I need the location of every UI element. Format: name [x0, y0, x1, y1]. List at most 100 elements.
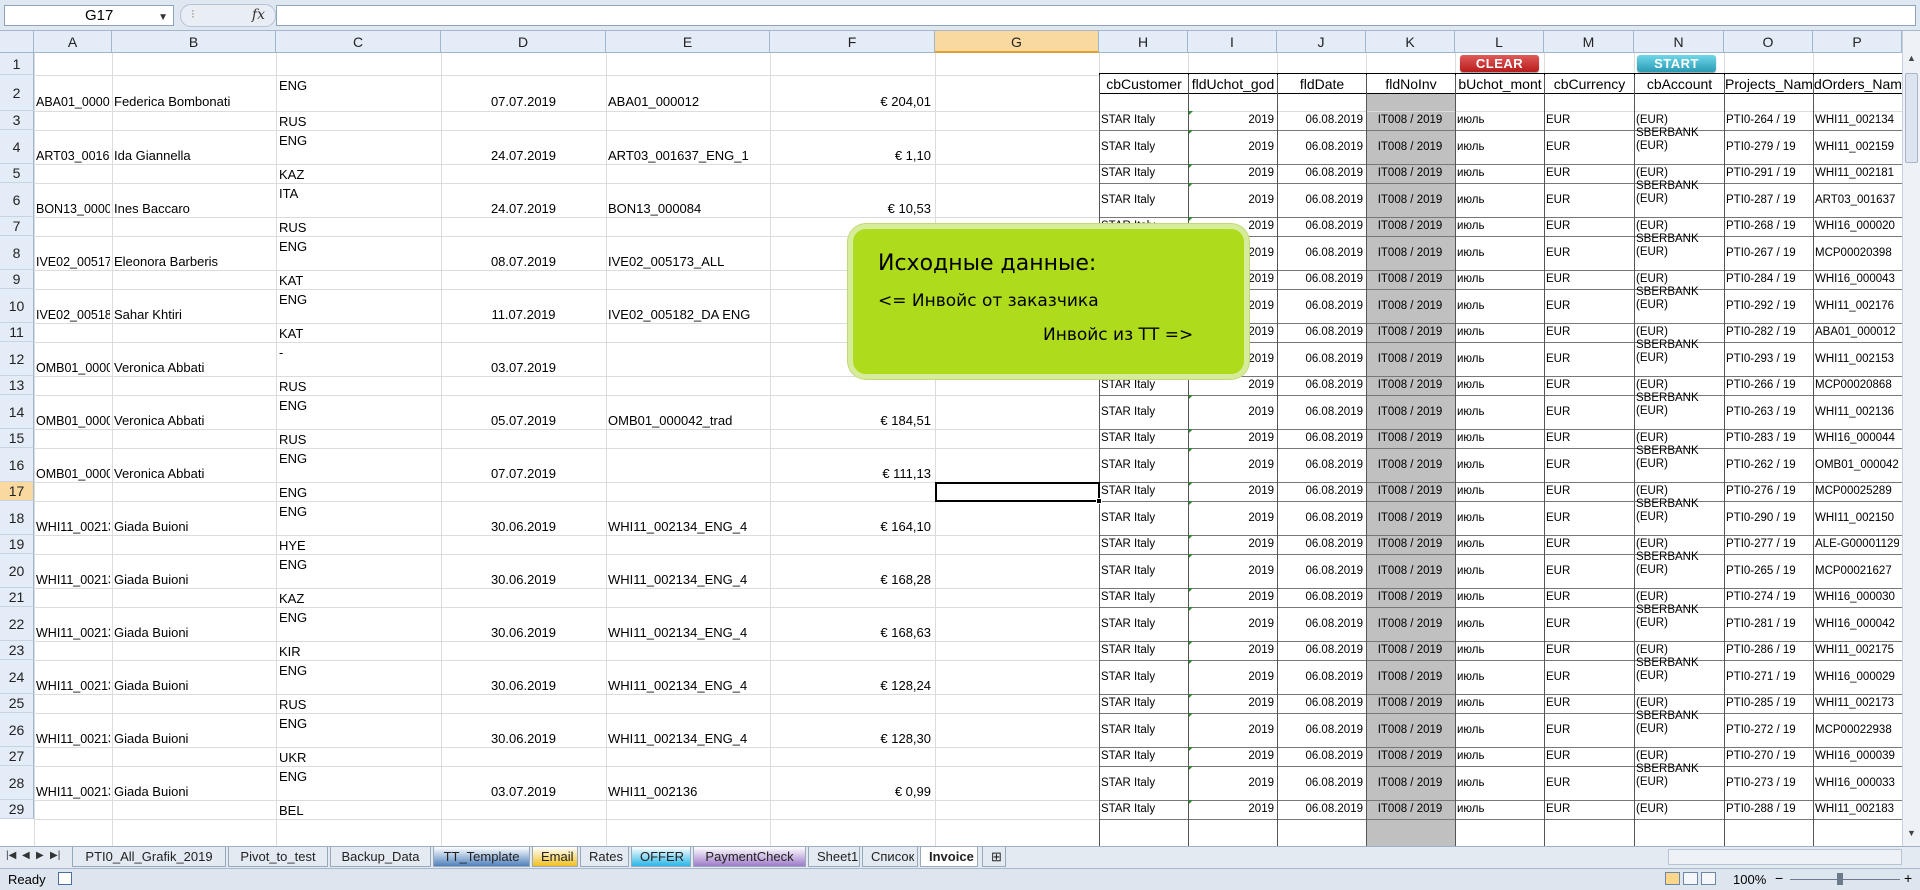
cell-date[interactable]: 24.07.2019 — [441, 148, 606, 163]
name-box[interactable]: G17 ▼ — [4, 5, 174, 26]
table-cell-month[interactable]: июль — [1457, 246, 1541, 261]
cell-name[interactable]: Giada Buioni — [114, 572, 274, 587]
cell-order[interactable]: WHI11_002134_ENG_4 — [608, 572, 768, 587]
table-cell-proj[interactable]: PTI0-288 / 19 — [1726, 802, 1810, 817]
cell-code[interactable]: ABA01_000012_303169 — [36, 76, 110, 129]
cell-code[interactable]: OMB01_000042_301338 — [36, 449, 110, 500]
first-sheet-icon[interactable]: |◀ — [6, 850, 16, 861]
table-header[interactable]: cbCurrency — [1544, 73, 1635, 94]
table-cell-cust[interactable]: STAR Italy — [1101, 484, 1185, 499]
table-cell-inv[interactable]: IT008 / 2019 — [1368, 617, 1452, 632]
cell-amount[interactable]: € 128,24 — [770, 678, 931, 693]
table-cell-cust[interactable]: STAR Italy — [1101, 749, 1185, 764]
table-cell-date[interactable]: 06.08.2019 — [1279, 272, 1363, 287]
table-cell-ord[interactable]: WHI11_002153 — [1815, 352, 1899, 367]
table-cell-month[interactable]: июль — [1457, 590, 1541, 605]
table-cell-date[interactable]: 06.08.2019 — [1279, 193, 1363, 208]
cell-name[interactable]: Giada Buioni — [114, 784, 274, 799]
table-cell-ord[interactable]: ALE-G00001129 — [1815, 537, 1899, 552]
table-cell-cur[interactable]: EUR — [1546, 246, 1631, 261]
row-header-17[interactable]: 17 — [0, 482, 34, 501]
table-cell-proj[interactable]: PTI0-263 / 19 — [1726, 405, 1810, 420]
cell-lang-source[interactable]: ENG — [279, 610, 439, 625]
table-cell-month[interactable]: июль — [1457, 643, 1541, 658]
table-cell-acc[interactable]: (EUR) — [1636, 537, 1721, 552]
table-cell-cur[interactable]: EUR — [1546, 352, 1631, 367]
cell-date[interactable]: 30.06.2019 — [441, 731, 606, 746]
cell-date[interactable]: 03.07.2019 — [441, 360, 606, 375]
table-cell-cust[interactable]: STAR Italy — [1101, 670, 1185, 685]
table-cell-month[interactable]: июль — [1457, 564, 1541, 579]
cell-amount[interactable]: € 184,51 — [770, 413, 931, 428]
cell-code[interactable]: WHI11_002134_300841 — [36, 555, 110, 606]
table-cell-ord[interactable]: MCP00020398 — [1815, 246, 1899, 261]
cell-order[interactable]: IVE02_005173_ALL — [608, 254, 768, 269]
cell-lang-source[interactable]: ITA — [279, 186, 439, 201]
table-cell-inv[interactable]: IT008 / 2019 — [1368, 511, 1452, 526]
table-cell-ord[interactable]: WHI16_000030 — [1815, 590, 1899, 605]
table-cell-ord[interactable]: MCP00025289 — [1815, 484, 1899, 499]
row-header-12[interactable]: 12 — [0, 342, 34, 376]
column-header-c[interactable]: C — [276, 31, 441, 53]
sheet-tab-backup-data[interactable]: Backup_Data — [330, 847, 431, 867]
normal-view-icon[interactable] — [1665, 872, 1680, 885]
table-cell-acc[interactable]: SBERBANK (EUR) — [1636, 763, 1721, 789]
cell-amount[interactable]: € 111,13 — [770, 466, 931, 481]
table-cell-year[interactable]: 2019 — [1190, 378, 1274, 393]
prev-sheet-icon[interactable]: ◀ — [22, 850, 30, 861]
table-cell-cust[interactable]: STAR Italy — [1101, 696, 1185, 711]
cell-date[interactable]: 03.07.2019 — [441, 784, 606, 799]
table-cell-inv[interactable]: IT008 / 2019 — [1368, 643, 1452, 658]
cell-lang-target[interactable]: KAZ — [279, 167, 439, 182]
table-cell-year[interactable]: 2019 — [1190, 511, 1274, 526]
table-cell-date[interactable]: 06.08.2019 — [1279, 166, 1363, 181]
cell-code[interactable]: IVE02_005182_302967 — [36, 290, 110, 341]
table-cell-cust[interactable]: STAR Italy — [1101, 537, 1185, 552]
table-cell-inv[interactable]: IT008 / 2019 — [1368, 696, 1452, 711]
table-cell-cust[interactable]: STAR Italy — [1101, 140, 1185, 155]
cell-lang-target[interactable]: RUS — [279, 697, 439, 712]
row-header-15[interactable]: 15 — [0, 429, 34, 448]
column-header-i[interactable]: I — [1188, 31, 1277, 53]
table-cell-acc[interactable]: (EUR) — [1636, 643, 1721, 658]
table-cell-cust[interactable]: STAR Italy — [1101, 113, 1185, 128]
resize-dots-icon[interactable]: ⁝ — [191, 7, 195, 21]
cell-order[interactable]: WHI11_002136 — [608, 784, 768, 799]
table-cell-inv[interactable]: IT008 / 2019 — [1368, 776, 1452, 791]
table-cell-proj[interactable]: PTI0-266 / 19 — [1726, 378, 1810, 393]
table-cell-ord[interactable]: ART03_001637 — [1815, 193, 1899, 208]
table-cell-month[interactable]: июль — [1457, 140, 1541, 155]
table-cell-proj[interactable]: PTI0-277 / 19 — [1726, 537, 1810, 552]
start-button[interactable]: START — [1637, 55, 1716, 72]
table-cell-proj[interactable]: PTI0-283 / 19 — [1726, 431, 1810, 446]
table-cell-ord[interactable]: WHI11_002183 — [1815, 802, 1899, 817]
cell-lang-target[interactable]: HYE — [279, 538, 439, 553]
row-header-2[interactable]: 2 — [0, 75, 34, 111]
table-cell-cust[interactable]: STAR Italy — [1101, 511, 1185, 526]
table-cell-cur[interactable]: EUR — [1546, 299, 1631, 314]
table-cell-year[interactable]: 2019 — [1190, 113, 1274, 128]
table-cell-year[interactable]: 2019 — [1190, 617, 1274, 632]
table-cell-date[interactable]: 06.08.2019 — [1279, 325, 1363, 340]
formula-input[interactable] — [276, 5, 1916, 26]
table-cell-inv[interactable]: IT008 / 2019 — [1368, 140, 1452, 155]
table-cell-ord[interactable]: WHI11_002136 — [1815, 405, 1899, 420]
table-cell-acc[interactable]: (EUR) — [1636, 696, 1721, 711]
table-cell-proj[interactable]: PTI0-291 / 19 — [1726, 166, 1810, 181]
cell-order[interactable]: WHI11_002134_ENG_4 — [608, 678, 768, 693]
table-cell-cur[interactable]: EUR — [1546, 617, 1631, 632]
table-cell-date[interactable]: 06.08.2019 — [1279, 378, 1363, 393]
table-cell-cust[interactable]: STAR Italy — [1101, 431, 1185, 446]
cell-order[interactable]: OMB01_000042_trad — [608, 413, 768, 428]
table-cell-proj[interactable]: PTI0-272 / 19 — [1726, 723, 1810, 738]
sheet-tab-email[interactable]: Email — [532, 847, 578, 867]
table-cell-acc[interactable]: (EUR) — [1636, 166, 1721, 181]
table-cell-ord[interactable]: WHI16_000043 — [1815, 272, 1899, 287]
cell-lang-target[interactable]: KIR — [279, 644, 439, 659]
cell-order[interactable]: BON13_000084 — [608, 201, 768, 216]
table-cell-inv[interactable]: IT008 / 2019 — [1368, 431, 1452, 446]
table-cell-year[interactable]: 2019 — [1190, 670, 1274, 685]
table-cell-acc[interactable]: SBERBANK (EUR) — [1636, 710, 1721, 736]
row-header-19[interactable]: 19 — [0, 535, 34, 554]
table-cell-month[interactable]: июль — [1457, 166, 1541, 181]
